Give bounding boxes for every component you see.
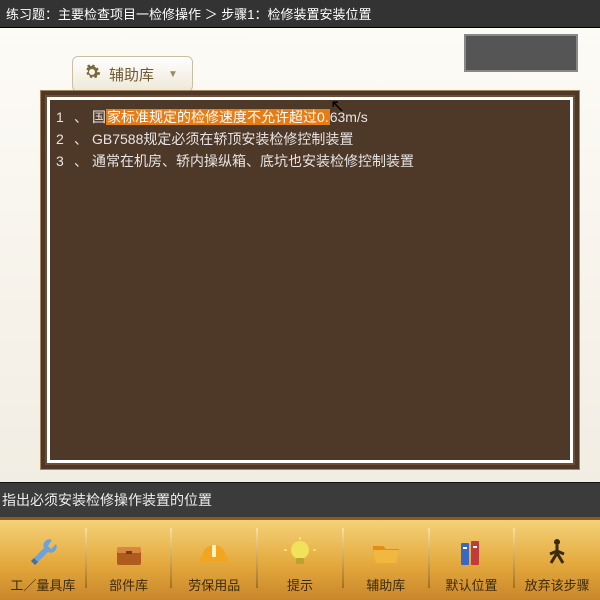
list-index: 3	[56, 150, 74, 172]
walk-icon	[541, 537, 573, 572]
tool-label: 辅助库	[366, 575, 405, 594]
list-sep: 、	[74, 128, 88, 150]
hint-button[interactable]: 提示	[259, 533, 341, 596]
aux-library-button[interactable]: 辅助库	[345, 533, 427, 596]
info-list: 1、 国家标准规定的检修速度不允许超过0.63m/s 2、 GB7588规定必须…	[50, 100, 570, 172]
list-sep: 、	[74, 106, 88, 128]
tool-label: 放弃该步骤	[525, 575, 590, 594]
ppe-button[interactable]: 劳保用品	[173, 533, 255, 596]
tool-label: 工／量具库	[10, 575, 75, 594]
parts-icon	[113, 537, 145, 572]
background-panel-decor	[464, 34, 578, 72]
toolbar-separator	[342, 528, 344, 588]
books-icon	[455, 537, 487, 572]
parts-library-button[interactable]: 部件库	[88, 533, 170, 596]
list-item[interactable]: 2、 GB7588规定必须在轿顶安装检修控制装置	[56, 128, 570, 150]
tools-library-button[interactable]: 工／量具库	[2, 533, 84, 596]
folder-icon	[370, 537, 402, 572]
gear-icon	[83, 63, 101, 85]
tool-label: 默认位置	[445, 575, 497, 594]
bottom-toolbar: 工／量具库 部件库 劳保用品 提示 辅助库 默认位置 放弃该步骤	[0, 517, 600, 600]
tool-label: 劳保用品	[188, 575, 240, 594]
list-index: 2	[56, 128, 74, 150]
list-item[interactable]: 1、 国家标准规定的检修速度不允许超过0.63m/s	[56, 106, 570, 128]
instruction-bar: 指出必须安装检修操作装置的位置	[0, 482, 600, 517]
toolbar-separator	[256, 528, 258, 588]
toolbar-separator	[428, 528, 430, 588]
list-item[interactable]: 3、 通常在机房、轿内操纵箱、底坑也安装检修控制装置	[56, 150, 570, 172]
chevron-down-icon: ▼	[168, 69, 178, 80]
aux-library-tab[interactable]: 辅助库 ▼	[72, 56, 193, 92]
tool-label: 部件库	[109, 575, 148, 594]
info-panel: 1、 国家标准规定的检修速度不允许超过0.63m/s 2、 GB7588规定必须…	[40, 90, 580, 470]
list-text: 通常在机房、轿内操纵箱、底坑也安装检修控制装置	[92, 150, 414, 172]
bulb-icon	[284, 537, 316, 572]
title-bar: 练习题：主要检查项目一检修操作 ＞ 步骤1：检修装置安装位置	[0, 0, 600, 28]
toolbar-separator	[513, 528, 515, 588]
wrench-icon	[27, 537, 59, 572]
default-position-button[interactable]: 默认位置	[431, 533, 513, 596]
toolbar-separator	[170, 528, 172, 588]
tab-label: 辅助库	[109, 64, 154, 85]
tool-label: 提示	[287, 575, 313, 594]
abandon-step-button[interactable]: 放弃该步骤	[516, 533, 598, 596]
info-panel-inner: 1、 国家标准规定的检修速度不允许超过0.63m/s 2、 GB7588规定必须…	[47, 97, 573, 463]
list-index: 1	[56, 106, 74, 128]
stage: 辅助库 ▼ 1、 国家标准规定的检修速度不允许超过0.63m/s 2、 GB75…	[0, 28, 600, 482]
helmet-icon	[198, 537, 230, 572]
toolbar-separator	[85, 528, 87, 588]
highlighted-text: 家标准规定的检修速度不允许超过0.	[106, 109, 330, 125]
list-text: GB7588规定必须在轿顶安装检修控制装置	[92, 128, 353, 150]
list-text: 国家标准规定的检修速度不允许超过0.63m/s	[92, 106, 368, 128]
list-sep: 、	[74, 150, 88, 172]
